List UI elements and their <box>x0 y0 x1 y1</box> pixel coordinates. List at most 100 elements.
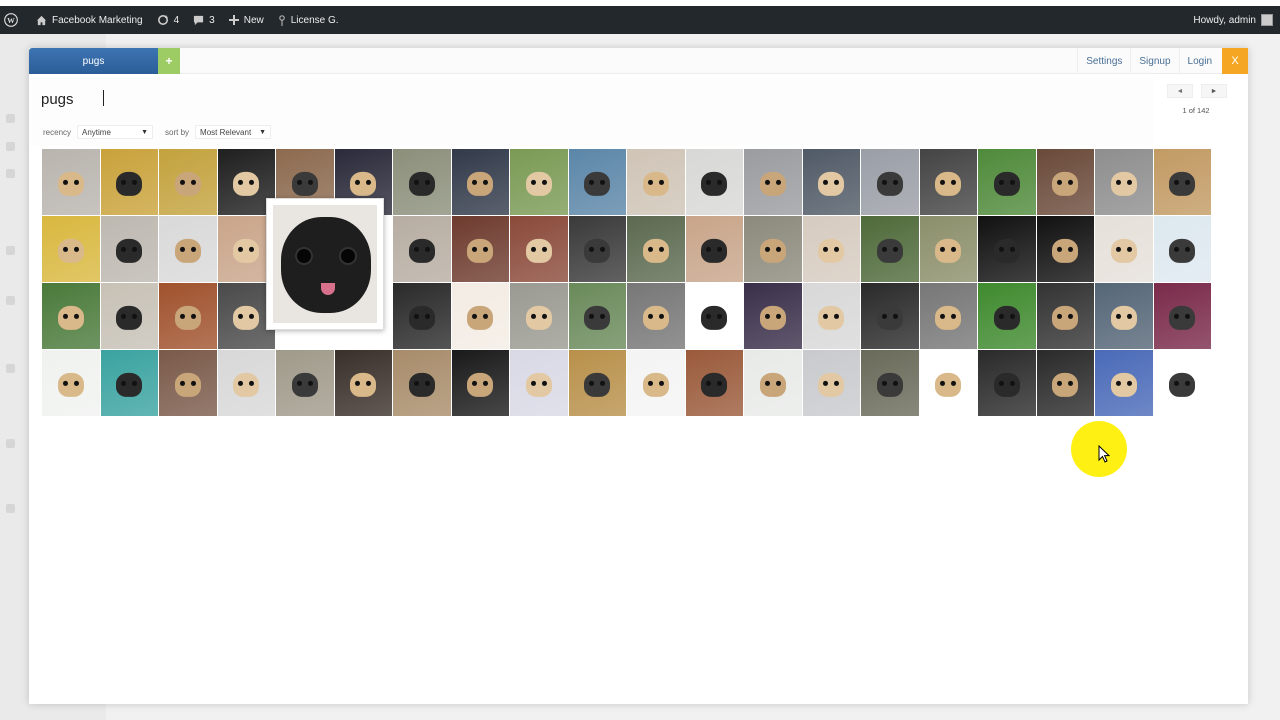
image-thumbnail[interactable] <box>1095 149 1153 215</box>
image-thumbnail[interactable] <box>159 350 217 416</box>
image-thumbnail[interactable] <box>685 149 743 215</box>
image-thumbnail[interactable] <box>1095 216 1153 282</box>
image-thumbnail[interactable] <box>802 216 860 282</box>
image-thumbnail[interactable] <box>42 283 100 349</box>
image-thumbnail[interactable] <box>451 350 509 416</box>
menu-icon <box>6 169 15 178</box>
sort-select[interactable]: Most Relevant ▼ <box>195 125 272 139</box>
image-thumbnail[interactable] <box>510 350 568 416</box>
site-name-label: Facebook Marketing <box>52 14 143 26</box>
image-thumbnail[interactable] <box>861 350 919 416</box>
image-thumbnail[interactable] <box>919 149 977 215</box>
image-thumbnail[interactable] <box>451 283 509 349</box>
pug-tongue <box>321 283 335 295</box>
image-thumbnail[interactable] <box>217 350 275 416</box>
image-thumbnail[interactable] <box>568 216 626 282</box>
image-thumbnail[interactable] <box>744 350 802 416</box>
image-thumbnail[interactable] <box>1153 350 1211 416</box>
new-content-menu[interactable]: New <box>222 6 271 34</box>
image-thumbnail[interactable] <box>861 283 919 349</box>
image-thumbnail[interactable] <box>1153 216 1211 282</box>
image-thumbnail[interactable] <box>1036 216 1094 282</box>
image-thumbnail[interactable] <box>744 283 802 349</box>
image-thumbnail[interactable] <box>100 149 158 215</box>
image-thumbnail[interactable] <box>685 283 743 349</box>
image-thumbnail[interactable] <box>627 283 685 349</box>
next-page-button[interactable]: ► <box>1201 84 1227 98</box>
wordpress-logo-icon[interactable]: W <box>0 6 29 34</box>
comments-menu[interactable]: 3 <box>186 6 222 34</box>
pug-face-image <box>174 238 201 263</box>
image-thumbnail[interactable] <box>1036 283 1094 349</box>
image-thumbnail[interactable] <box>1153 149 1211 215</box>
tab-pugs[interactable]: pugs <box>29 48 158 74</box>
image-thumbnail[interactable] <box>100 350 158 416</box>
settings-link[interactable]: Settings <box>1077 48 1130 74</box>
image-thumbnail[interactable] <box>393 350 451 416</box>
image-thumbnail[interactable] <box>393 149 451 215</box>
image-thumbnail[interactable] <box>100 216 158 282</box>
image-thumbnail[interactable] <box>42 350 100 416</box>
image-thumbnail[interactable] <box>510 149 568 215</box>
menu-icon <box>6 296 15 305</box>
image-thumbnail[interactable] <box>42 149 100 215</box>
image-thumbnail[interactable] <box>1095 283 1153 349</box>
image-thumbnail[interactable] <box>978 149 1036 215</box>
image-thumbnail[interactable] <box>802 283 860 349</box>
recency-select[interactable]: Anytime ▼ <box>77 125 154 139</box>
image-thumbnail[interactable] <box>42 216 100 282</box>
my-account-menu[interactable]: Howdy, admin <box>1186 6 1280 34</box>
license-menu[interactable]: License G. <box>271 6 346 34</box>
image-thumbnail[interactable] <box>510 283 568 349</box>
image-thumbnail[interactable] <box>568 350 626 416</box>
image-thumbnail[interactable] <box>393 216 451 282</box>
updates-menu[interactable]: 4 <box>150 6 187 34</box>
image-thumbnail[interactable] <box>919 283 977 349</box>
image-thumbnail[interactable] <box>159 149 217 215</box>
image-thumbnail[interactable] <box>451 149 509 215</box>
image-thumbnail[interactable] <box>627 350 685 416</box>
pug-face-image <box>408 238 435 263</box>
image-thumbnail[interactable] <box>627 216 685 282</box>
image-thumbnail[interactable] <box>451 216 509 282</box>
image-thumbnail[interactable] <box>802 350 860 416</box>
previous-page-button[interactable]: ◄ <box>1167 84 1193 98</box>
image-thumbnail[interactable] <box>978 283 1036 349</box>
image-thumbnail[interactable] <box>568 149 626 215</box>
site-name-menu[interactable]: Facebook Marketing <box>29 6 150 34</box>
image-thumbnail[interactable] <box>1153 283 1211 349</box>
image-thumbnail[interactable] <box>1036 350 1094 416</box>
pug-face-image <box>642 372 669 397</box>
image-thumbnail[interactable] <box>919 216 977 282</box>
close-button[interactable]: X <box>1222 48 1248 74</box>
image-thumbnail[interactable] <box>510 216 568 282</box>
image-thumbnail[interactable] <box>861 149 919 215</box>
pug-face-image <box>291 171 318 196</box>
image-hover-preview[interactable] <box>266 198 384 330</box>
add-tab-button[interactable]: + <box>158 48 180 74</box>
pug-face-image <box>1052 305 1079 330</box>
image-thumbnail[interactable] <box>978 350 1036 416</box>
image-thumbnail[interactable] <box>1036 149 1094 215</box>
image-thumbnail[interactable] <box>802 149 860 215</box>
image-thumbnail[interactable] <box>978 216 1036 282</box>
image-thumbnail[interactable] <box>393 283 451 349</box>
image-thumbnail[interactable] <box>919 350 977 416</box>
search-input[interactable] <box>41 88 541 110</box>
image-thumbnail[interactable] <box>568 283 626 349</box>
pug-face-image <box>467 238 494 263</box>
image-thumbnail[interactable] <box>100 283 158 349</box>
image-thumbnail[interactable] <box>685 216 743 282</box>
image-thumbnail[interactable] <box>861 216 919 282</box>
image-thumbnail[interactable] <box>334 350 392 416</box>
image-thumbnail[interactable] <box>159 283 217 349</box>
image-thumbnail[interactable] <box>744 216 802 282</box>
image-thumbnail[interactable] <box>1095 350 1153 416</box>
image-thumbnail[interactable] <box>159 216 217 282</box>
image-thumbnail[interactable] <box>276 350 334 416</box>
signup-link[interactable]: Signup <box>1130 48 1178 74</box>
image-thumbnail[interactable] <box>744 149 802 215</box>
login-link[interactable]: Login <box>1178 48 1220 74</box>
image-thumbnail[interactable] <box>627 149 685 215</box>
image-thumbnail[interactable] <box>685 350 743 416</box>
